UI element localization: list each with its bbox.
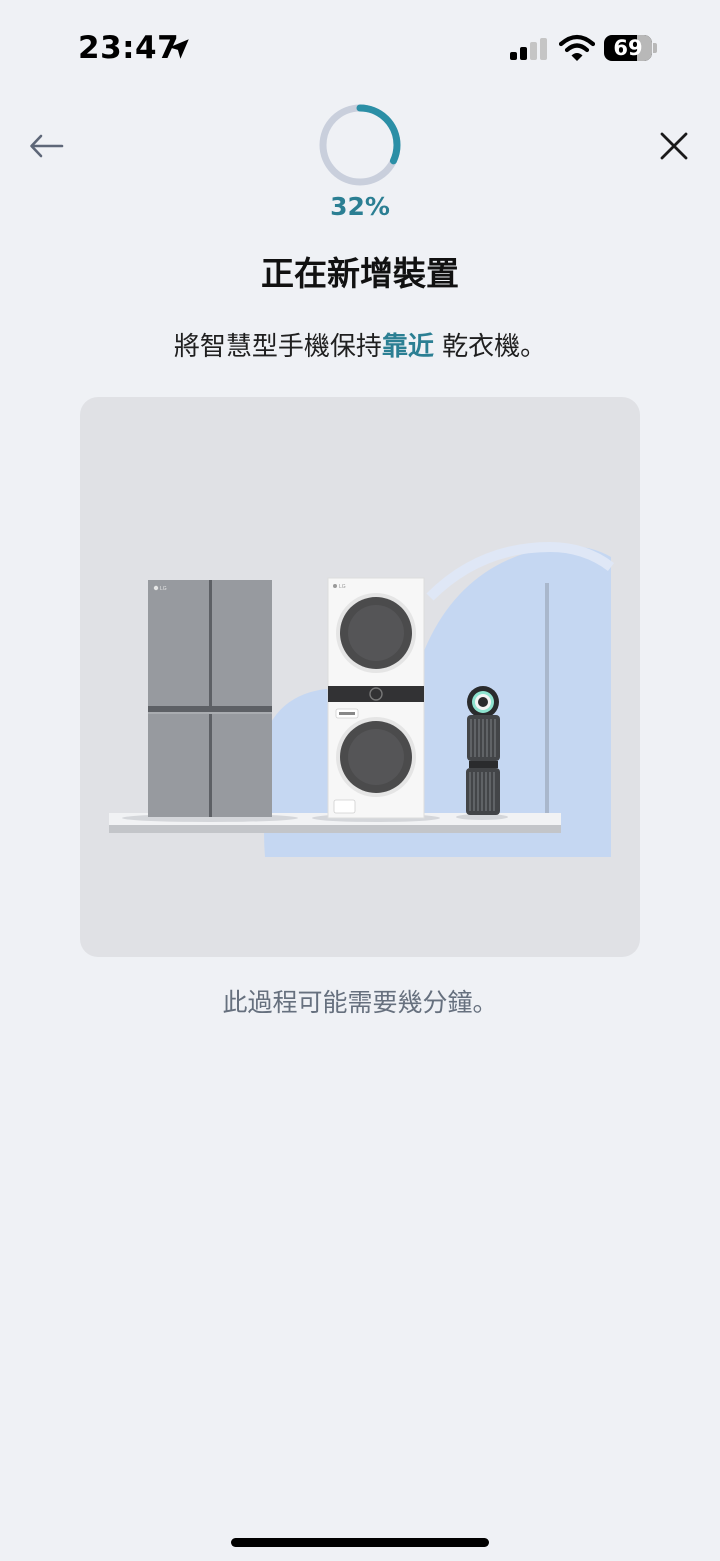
status-bar: 23:47 69 xyxy=(0,0,720,96)
battery-indicator: 69 xyxy=(604,35,652,61)
battery-tip xyxy=(653,43,657,53)
cellular-signal-icon xyxy=(510,38,547,60)
instruction-highlight: 靠近 xyxy=(381,332,434,362)
progress-ring xyxy=(319,104,401,186)
wifi-icon xyxy=(559,34,595,61)
location-arrow-icon xyxy=(169,39,189,59)
washer-dryer-tower: LG xyxy=(327,577,425,819)
instruction-before: 將智慧型手機保持 xyxy=(173,332,382,362)
svg-text:LG: LG xyxy=(339,584,346,590)
close-button[interactable] xyxy=(654,126,694,166)
status-time: 23:47 xyxy=(78,30,180,66)
progress-percent: 32% xyxy=(330,192,390,221)
svg-text:LG: LG xyxy=(160,586,167,592)
close-icon xyxy=(660,132,688,160)
instruction-text: 將智慧型手機保持靠近 乾衣機。 xyxy=(0,326,720,363)
arrow-left-icon xyxy=(30,134,64,158)
page-title: 正在新增裝置 xyxy=(261,254,459,293)
illustration-card: LG LG xyxy=(80,397,640,957)
appliance-illustration: LG LG xyxy=(109,541,615,857)
backdrop-shape xyxy=(260,541,615,857)
back-button[interactable] xyxy=(26,126,66,166)
duration-note: 此過程可能需要幾分鐘。 xyxy=(222,988,498,1017)
refrigerator: LG xyxy=(148,580,272,817)
air-purifier xyxy=(466,686,500,815)
home-indicator xyxy=(231,1538,489,1547)
panel-edge xyxy=(545,583,549,815)
instruction-after: 乾衣機。 xyxy=(433,332,547,362)
battery-level: 69 xyxy=(613,36,643,60)
